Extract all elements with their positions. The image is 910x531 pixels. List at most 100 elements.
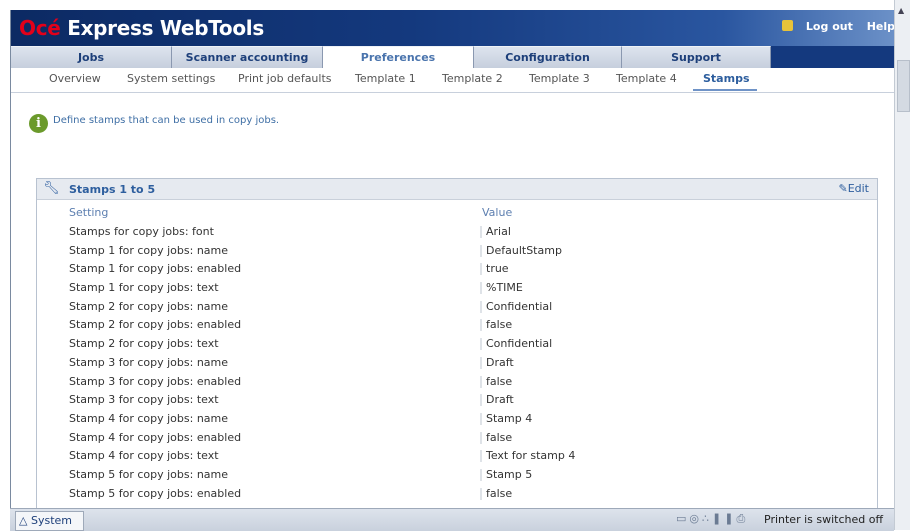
setting-value: DefaultStamp [486,243,562,257]
setting-value: false [486,486,513,500]
subtab-template-2[interactable]: Template 2 [442,72,503,85]
setting-value: Draft [486,355,514,369]
setting-name: Stamp 2 for copy jobs: name [69,299,229,313]
setting-value: Stamp 5 [486,467,533,481]
table-row: Stamp 1 for copy jobs: name DefaultStamp [37,242,877,261]
setting-name: Stamp 3 for copy jobs: text [69,393,219,407]
value-marker [480,263,482,276]
subtab-template-4[interactable]: Template 4 [616,72,677,85]
expand-triangle-icon: △ [19,514,28,527]
setting-name: Stamp 1 for copy jobs: enabled [69,262,242,276]
tab-jobs[interactable]: Jobs [11,46,172,68]
tab-configuration[interactable]: Configuration [474,46,622,68]
value-marker [480,338,482,351]
setting-value: true [486,262,509,276]
value-marker [480,431,482,444]
value-marker [480,375,482,388]
status-icons: ▭◎∴❚❚⎙ [676,512,748,526]
edit-label: Edit [847,182,869,195]
setting-value: false [486,318,513,332]
setting-name: Stamp 1 for copy jobs: text [69,281,219,295]
setting-value: Arial [486,225,511,238]
column-header-setting: Setting [69,206,109,219]
setting-value: false [486,374,513,388]
value-marker [480,356,482,369]
value-marker [480,244,482,257]
setting-name: Stamp 2 for copy jobs: enabled [69,318,242,332]
setting-value: Confidential [486,337,553,351]
subtab-template-3[interactable]: Template 3 [529,72,590,85]
stamps-panel: 🔧︎ Stamps 1 to 5 ✎Edit Setting Value Sta… [36,178,878,510]
value-marker [480,226,482,238]
table-row: Stamp 2 for copy jobs: text Confidential [37,335,877,354]
setting-name: Stamp 3 for copy jobs: enabled [69,374,242,388]
network-icon: ∴ [702,512,713,525]
printer-icon: ⎙ [736,512,749,525]
setting-name: Stamp 1 for copy jobs: name [69,243,229,257]
value-marker [480,450,482,463]
setting-name: Stamp 4 for copy jobs: enabled [69,430,242,444]
setting-name: Stamp 5 for copy jobs: name [69,467,229,481]
panel-title: Stamps 1 to 5 [69,183,156,196]
value-marker [480,394,482,407]
page-scrollbar[interactable]: ▲ [894,0,910,530]
table-row: Stamp 3 for copy jobs: name Draft [37,354,877,373]
table-row: Stamp 5 for copy jobs: name Stamp 5 [37,466,877,485]
table-row: Stamp 4 for copy jobs: text Text for stam… [37,447,877,466]
toner-icon: ◎ [689,512,703,525]
brand-name: Océ [19,16,61,40]
table-row: Stamp 2 for copy jobs: enabled false [37,316,877,335]
system-tab-label: System [30,514,72,527]
table-row: Stamps for copy jobs: font Arial [37,223,877,242]
value-marker [480,468,482,481]
info-icon: i [29,114,48,133]
subtab-system-settings[interactable]: System settings [127,72,215,85]
setting-name: Stamp 4 for copy jobs: name [69,411,229,425]
setting-name: Stamp 2 for copy jobs: text [69,337,219,351]
product-name: Express WebTools [67,16,264,40]
wrench-icon: 🔧︎ [43,181,60,196]
setting-value: %TIME [486,281,523,295]
setting-value: false [486,430,513,444]
subtab-stamps[interactable]: Stamps [703,72,750,85]
setting-value: Stamp 4 [486,411,533,425]
sub-tabs: Overview System settings Print job defau… [11,68,901,93]
tab-support[interactable]: Support [622,46,771,68]
subtab-overview[interactable]: Overview [49,72,101,85]
table-row: Stamp 4 for copy jobs: enabled false [37,429,877,448]
setting-value: Text for stamp 4 [486,449,576,463]
logout-label: Log out [805,20,853,33]
logout-link[interactable]: Log out [772,20,853,33]
logout-icon [781,20,793,31]
setting-value: Draft [486,393,514,407]
panel-header: 🔧︎ Stamps 1 to 5 ✎Edit [37,179,877,200]
active-subtab-indicator [693,89,757,91]
tab-preferences[interactable]: Preferences [323,46,474,69]
paper-icon: ▭ [676,512,690,525]
edit-button[interactable]: ✎Edit [838,182,869,195]
pencil-icon: ✎ [838,182,848,195]
status-bar: △ System ▭◎∴❚❚⎙ Printer is switched off [10,508,894,531]
system-tab[interactable]: △ System [15,511,84,531]
setting-name: Stamp 3 for copy jobs: name [69,355,229,369]
header-links: Log out Help [762,20,895,33]
header-bar: Océ Express WebTools Log out Help [11,10,901,46]
settings-table: Stamps for copy jobs: font Arial Stamp 1 f… [37,223,877,503]
pause-icon: ❚❚ [712,512,737,525]
value-marker [480,412,482,425]
table-row: Stamp 5 for copy jobs: enabled false [37,485,877,504]
table-row: Stamp 3 for copy jobs: text Draft [37,391,877,410]
subtab-template-1[interactable]: Template 1 [355,72,416,85]
scroll-thumb[interactable] [897,60,910,112]
scroll-up-arrow-icon[interactable]: ▲ [898,6,904,15]
table-row: Stamp 1 for copy jobs: text %TIME [37,279,877,298]
setting-name: Stamp 5 for copy jobs: enabled [69,486,242,500]
main-tabs: Jobs Scanner accounting Preferences Conf… [11,46,901,69]
subtab-print-job-defaults[interactable]: Print job defaults [238,72,332,85]
setting-name: Stamps for copy jobs: font [69,225,214,238]
tab-scanner-accounting[interactable]: Scanner accounting [172,46,323,68]
setting-name: Stamp 4 for copy jobs: text [69,449,219,463]
help-link[interactable]: Help [867,20,895,33]
value-marker [480,300,482,313]
table-row: Stamp 4 for copy jobs: name Stamp 4 [37,410,877,429]
